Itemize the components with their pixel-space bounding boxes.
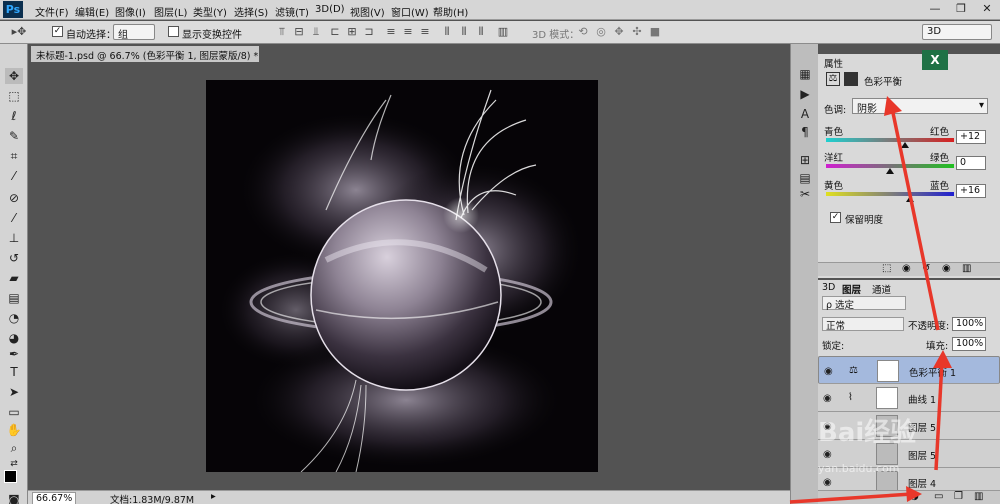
- annotation-arrow: [789, 492, 913, 504]
- annotation-arrows: [789, 96, 952, 504]
- annotation-arrowhead: [884, 96, 902, 116]
- annotation-arrow: [934, 361, 944, 471]
- annotation-arrowhead: [906, 486, 922, 502]
- annotation-arrowhead: [933, 350, 952, 368]
- annotation-arrow: [890, 107, 940, 331]
